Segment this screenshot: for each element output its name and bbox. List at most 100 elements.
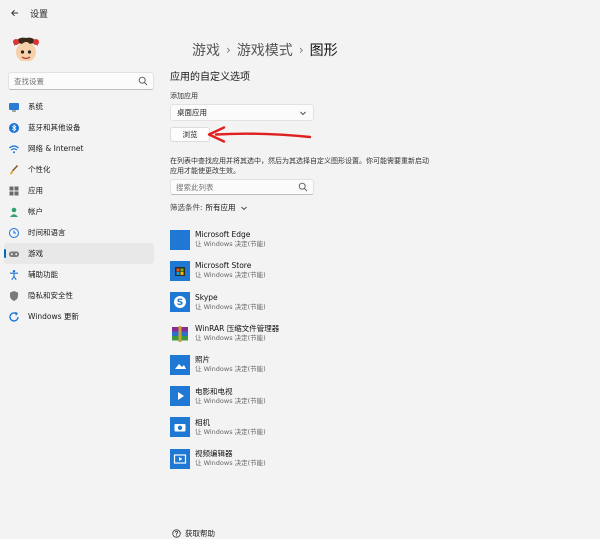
chevron-right-icon: › bbox=[298, 43, 304, 57]
sidebar-item-label: 帐户 bbox=[28, 207, 43, 216]
sidebar-item-gaming[interactable]: 游戏 bbox=[4, 243, 154, 264]
sidebar-item-label: 时间和语言 bbox=[28, 228, 66, 237]
apps-icon bbox=[8, 185, 20, 197]
list-item[interactable]: 电影和电视 让 Windows 决定(节能) bbox=[170, 380, 430, 411]
sidebar-item-bluetooth[interactable]: 蓝牙和其他设备 bbox=[4, 117, 154, 138]
app-status: 让 Windows 决定(节能) bbox=[195, 427, 266, 436]
bluetooth-icon bbox=[8, 122, 20, 134]
movies-icon bbox=[170, 386, 190, 407]
breadcrumb: 游戏 › 游戏模式 › 图形 bbox=[192, 40, 338, 60]
sidebar-item-privacy[interactable]: 隐私和安全性 bbox=[4, 285, 154, 306]
app-status: 让 Windows 决定(节能) bbox=[195, 334, 266, 343]
app-status: 让 Windows 决定(节能) bbox=[195, 365, 266, 374]
account-icon bbox=[8, 206, 20, 218]
sidebar-item-label: 应用 bbox=[28, 186, 43, 195]
sidebar-item-system[interactable]: 系统 bbox=[4, 96, 154, 117]
app-name: 视频编辑器 bbox=[195, 449, 233, 459]
app-name: 电影和电视 bbox=[195, 386, 233, 396]
app-list-search[interactable] bbox=[170, 179, 314, 195]
section-title: 应用的自定义选项 bbox=[170, 72, 250, 83]
list-item[interactable]: S Skype 让 Windows 决定(节能) bbox=[170, 287, 430, 318]
app-status: 让 Windows 决定(节能) bbox=[195, 302, 266, 311]
search-icon bbox=[298, 182, 308, 192]
sidebar-item-network[interactable]: 网络 & Internet bbox=[4, 138, 154, 159]
annotation-arrow-icon bbox=[207, 126, 312, 143]
sidebar-item-personalization[interactable]: 个性化 bbox=[4, 159, 154, 180]
app-name: 相机 bbox=[195, 417, 210, 427]
sidebar-item-label: 网络 & Internet bbox=[28, 144, 84, 153]
app-name: WinRAR 压缩文件管理器 bbox=[195, 324, 280, 334]
winrar-icon bbox=[170, 324, 190, 344]
get-help-link[interactable]: 获取帮助 bbox=[172, 528, 215, 539]
app-name: Microsoft Store bbox=[195, 261, 252, 271]
filter-value[interactable]: 所有应用 bbox=[206, 202, 236, 213]
settings-search[interactable] bbox=[8, 72, 154, 90]
breadcrumb-gaming[interactable]: 游戏 bbox=[192, 40, 220, 60]
back-button[interactable] bbox=[4, 2, 26, 24]
sidebar-item-label: 个性化 bbox=[28, 165, 51, 174]
globe-clock-icon bbox=[8, 227, 20, 239]
chevron-down-icon[interactable] bbox=[240, 204, 248, 212]
sidebar-item-accounts[interactable]: 帐户 bbox=[4, 201, 154, 222]
app-list-search-input[interactable] bbox=[176, 182, 298, 192]
store-icon bbox=[170, 260, 190, 281]
app-name: 照片 bbox=[195, 355, 210, 365]
sidebar-item-apps[interactable]: 应用 bbox=[4, 180, 154, 201]
search-icon bbox=[138, 76, 148, 86]
accessibility-icon bbox=[8, 269, 20, 281]
description-text: 在列表中查找应用并将其选中，然后为其选择自定义图形设置。你可能需要重新启动应用才… bbox=[170, 157, 429, 175]
app-title: 设置 bbox=[30, 9, 49, 20]
app-type-dropdown[interactable]: 桌面应用 bbox=[170, 104, 314, 121]
sidebar-item-label: 系统 bbox=[28, 102, 43, 111]
app-list: Microsoft Edge 让 Windows 决定(节能) Microsof… bbox=[170, 224, 430, 474]
sidebar-item-label: 隐私和安全性 bbox=[28, 291, 73, 300]
app-status: 让 Windows 决定(节能) bbox=[195, 396, 266, 405]
app-status: 让 Windows 决定(节能) bbox=[195, 459, 266, 468]
app-status: 让 Windows 决定(节能) bbox=[195, 240, 266, 249]
photos-icon bbox=[170, 354, 190, 375]
dropdown-value: 桌面应用 bbox=[177, 108, 207, 117]
sidebar-item-label: Windows 更新 bbox=[28, 312, 79, 321]
add-app-label: 添加应用 bbox=[170, 92, 198, 100]
filter-label: 筛选条件: bbox=[170, 203, 203, 212]
avatar[interactable] bbox=[8, 32, 44, 68]
settings-search-input[interactable] bbox=[14, 76, 138, 86]
back-arrow-icon bbox=[11, 9, 18, 17]
list-item[interactable]: 相机 让 Windows 决定(节能) bbox=[170, 412, 430, 443]
camera-icon bbox=[170, 417, 190, 438]
sidebar-item-accessibility[interactable]: 辅助功能 bbox=[4, 264, 154, 285]
update-icon bbox=[8, 311, 20, 323]
monitor-icon bbox=[8, 101, 20, 113]
help-label: 获取帮助 bbox=[185, 529, 215, 538]
chevron-right-icon: › bbox=[226, 43, 231, 57]
list-item[interactable]: WinRAR 压缩文件管理器 让 Windows 决定(节能) bbox=[170, 318, 430, 349]
brush-icon bbox=[8, 164, 20, 176]
skype-icon: S bbox=[170, 292, 190, 313]
sidebar-item-label: 蓝牙和其他设备 bbox=[28, 123, 81, 132]
list-item[interactable]: 照片 让 Windows 决定(节能) bbox=[170, 349, 430, 380]
title-bar: 设置 bbox=[0, 0, 600, 26]
svg-text:S: S bbox=[177, 298, 183, 308]
list-item[interactable]: Microsoft Store 让 Windows 决定(节能) bbox=[170, 255, 430, 286]
app-status: 让 Windows 决定(节能) bbox=[195, 271, 266, 280]
list-item[interactable]: 视频编辑器 让 Windows 决定(节能) bbox=[170, 443, 430, 474]
chevron-down-icon bbox=[300, 111, 306, 115]
sidebar-item-label: 辅助功能 bbox=[28, 270, 58, 279]
cartoon-avatar-icon bbox=[13, 37, 39, 67]
sidebar-item-label: 游戏 bbox=[28, 249, 43, 258]
filter-row: 筛选条件: 所有应用 bbox=[170, 202, 248, 213]
list-item[interactable]: Microsoft Edge 让 Windows 决定(节能) bbox=[170, 224, 430, 255]
app-name: Skype bbox=[195, 292, 218, 302]
sidebar-nav: 系统 蓝牙和其他设备 网络 & Internet 个性化 应用 帐户 时间和语言… bbox=[4, 96, 154, 327]
network-icon bbox=[8, 143, 20, 155]
breadcrumb-game-mode[interactable]: 游戏模式 bbox=[237, 40, 293, 60]
app-name: Microsoft Edge bbox=[195, 230, 251, 240]
sidebar-item-time-language[interactable]: 时间和语言 bbox=[4, 222, 154, 243]
help-icon bbox=[172, 529, 181, 538]
sidebar-item-windows-update[interactable]: Windows 更新 bbox=[4, 306, 154, 327]
breadcrumb-graphics: 图形 bbox=[309, 43, 338, 59]
gamepad-icon bbox=[8, 248, 20, 260]
edge-icon bbox=[170, 229, 190, 250]
shield-icon bbox=[8, 290, 20, 302]
video-editor-icon bbox=[170, 448, 190, 469]
